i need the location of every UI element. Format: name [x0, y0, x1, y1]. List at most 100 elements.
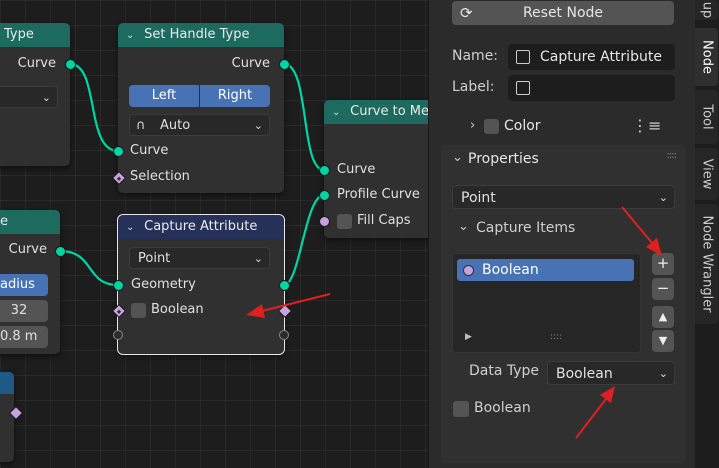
name-field[interactable]: Capture Attribute — [508, 44, 675, 70]
chevron-down-icon: ⌄ — [458, 219, 469, 234]
curve-primitive-mode-button[interactable]: adius — [0, 274, 48, 296]
data-type-dropdown[interactable]: Boolean ⌄ — [547, 361, 675, 385]
tab-tool[interactable]: Tool — [695, 90, 718, 144]
link-capture-to-curvetomesh — [283, 193, 325, 287]
curve-primitive-resolution-field[interactable]: 32 — [0, 300, 48, 322]
capture-boolean-label: Boolean — [151, 302, 204, 317]
color-panel-header[interactable]: › Color ⋮≡ — [470, 115, 680, 139]
tab-node-wrangler[interactable]: Node Wrangler — [695, 204, 718, 324]
list-expand-icon[interactable]: ▶ — [465, 332, 472, 342]
link-circle-to-capture — [59, 249, 119, 287]
handle-left-button[interactable]: Left — [129, 85, 199, 107]
chevron-down-icon: ⌄ — [41, 91, 51, 104]
collapse-chevron-icon[interactable]: ⌄ — [332, 101, 346, 124]
move-up-button[interactable]: ▲ — [652, 306, 674, 328]
reset-node-button[interactable]: ⟳ Reset Node — [452, 1, 674, 25]
color-checkbox[interactable] — [484, 119, 499, 134]
node-partial-bottom[interactable] — [0, 372, 14, 462]
node-type[interactable]: Type Curve ⌄ — [0, 23, 70, 166]
set-handle-in-selection-label: Selection — [130, 169, 190, 184]
node-type-out-curve-socket[interactable] — [65, 59, 76, 70]
capture-out-empty-socket[interactable] — [279, 330, 289, 340]
node-type-header[interactable]: Type — [0, 23, 70, 47]
capture-item-boolean-label: Boolean — [482, 262, 539, 278]
add-item-button[interactable]: + — [652, 253, 674, 275]
label-field[interactable] — [508, 75, 675, 101]
set-handle-out-curve-label: Curve — [231, 56, 270, 71]
collapse-chevron-icon[interactable]: ⌄ — [126, 24, 140, 47]
node-name-icon — [516, 50, 530, 64]
handle-right-button[interactable]: Right — [200, 85, 270, 107]
curve-to-mesh-fill-caps-socket[interactable] — [319, 216, 330, 227]
reset-node-label: Reset Node — [522, 5, 604, 21]
chevron-down-icon: ⌄ — [452, 150, 463, 165]
curve-primitive-out-curve-socket[interactable] — [55, 246, 66, 257]
node-curve-primitive-header[interactable]: e — [0, 210, 60, 234]
curve-to-mesh-in-profile-socket[interactable] — [319, 190, 330, 201]
curve-to-mesh-in-curve-socket[interactable] — [319, 165, 330, 176]
properties-domain-dropdown[interactable]: Point ⌄ — [452, 185, 675, 209]
node-partial-bottom-header[interactable] — [0, 372, 14, 394]
handle-mode-dropdown[interactable]: ∩ Auto ⌄ — [129, 114, 270, 136]
chevron-down-icon: ⌄ — [253, 252, 263, 265]
node-set-handle-type[interactable]: ⌄ Set Handle Type Curve Left Right ∩ Aut… — [118, 23, 284, 193]
capture-items-header[interactable]: ⌄ Capture Items — [458, 218, 658, 240]
remove-item-button[interactable]: − — [652, 278, 674, 300]
fill-caps-label: Fill Caps — [357, 213, 411, 228]
node-set-handle-title: Set Handle Type — [144, 27, 250, 42]
tab-node-wrangler-label: Node Wrangler — [699, 215, 714, 313]
default-boolean-checkbox[interactable] — [453, 401, 469, 417]
node-capture-attribute-header[interactable]: ⌄ Capture Attribute — [118, 215, 284, 239]
collapse-chevron-icon[interactable]: ⌄ — [126, 216, 140, 239]
curve-primitive-radius-field[interactable]: 0.8 m — [0, 326, 48, 348]
default-boolean-label: Boolean — [474, 400, 531, 416]
capture-items-label: Capture Items — [476, 220, 576, 236]
curve-to-mesh-in-profile-label: Profile Curve — [337, 187, 420, 202]
node-set-handle-header[interactable]: ⌄ Set Handle Type — [118, 23, 284, 47]
tab-node[interactable]: Node — [695, 28, 718, 86]
node-curve-to-mesh-header[interactable]: ⌄ Curve to Me — [324, 100, 428, 124]
move-down-button[interactable]: ▼ — [652, 330, 674, 352]
chevron-down-icon: ⌄ — [658, 191, 668, 204]
set-handle-out-curve-socket[interactable] — [279, 59, 290, 70]
handle-auto-icon: ∩ — [136, 118, 146, 133]
capture-item-boolean[interactable]: Boolean — [457, 259, 634, 281]
node-type-dropdown[interactable]: ⌄ — [0, 86, 58, 108]
chevron-down-icon: ⌄ — [658, 367, 668, 380]
node-capture-attribute-title: Capture Attribute — [144, 219, 258, 234]
capture-in-geometry-socket[interactable] — [113, 280, 124, 291]
tab-view[interactable]: View — [695, 148, 718, 200]
chevron-right-icon: › — [470, 118, 476, 133]
tab-node-label: Node — [699, 40, 714, 74]
name-value: Capture Attribute — [540, 49, 662, 65]
list-resize-handle-icon[interactable]: :::: — [550, 332, 562, 342]
fill-caps-checkbox[interactable] — [337, 214, 352, 229]
node-capture-attribute[interactable]: ⌄ Capture Attribute Point ⌄ Geometry Boo… — [117, 214, 285, 355]
set-handle-in-curve-socket[interactable] — [113, 146, 124, 157]
link-type-to-sethandle — [69, 62, 119, 153]
properties-header[interactable]: ⌄ Properties :::: — [452, 150, 678, 172]
capture-in-empty-socket[interactable] — [113, 330, 123, 340]
tab-group[interactable]: up — [695, 0, 718, 20]
capture-domain-value: Point — [138, 251, 171, 266]
bool-socket-icon — [463, 265, 474, 276]
list-options-icon[interactable]: ⋮≡ — [632, 116, 661, 135]
label-label: Label: — [452, 79, 495, 95]
node-curve-to-mesh-title: Curve to Me — [350, 104, 428, 119]
capture-boolean-checkbox[interactable] — [131, 303, 146, 318]
chevron-down-icon: ⌄ — [253, 119, 263, 132]
capture-geometry-label: Geometry — [131, 277, 196, 292]
curve-to-mesh-in-curve-label: Curve — [337, 162, 376, 177]
node-curve-primitive[interactable]: e Curve adius 32 0.8 m — [0, 210, 60, 354]
tab-tool-label: Tool — [699, 104, 714, 130]
drag-handle-icon[interactable]: :::: — [667, 150, 678, 161]
capture-out-geometry-socket[interactable] — [279, 280, 290, 291]
color-label: Color — [504, 118, 541, 134]
node-curve-primitive-title: e — [0, 214, 8, 229]
node-curve-to-mesh[interactable]: ⌄ Curve to Me Curve Profile Curve Fill C… — [324, 100, 428, 238]
set-handle-in-curve-label: Curve — [130, 143, 169, 158]
node-type-out-curve-label: Curve — [17, 56, 56, 71]
capture-domain-dropdown[interactable]: Point ⌄ — [129, 247, 270, 269]
data-type-label: Data Type — [469, 363, 540, 379]
node-editor[interactable]: Type Curve ⌄ ⌄ Set Handle Type Curve Lef… — [0, 0, 428, 468]
